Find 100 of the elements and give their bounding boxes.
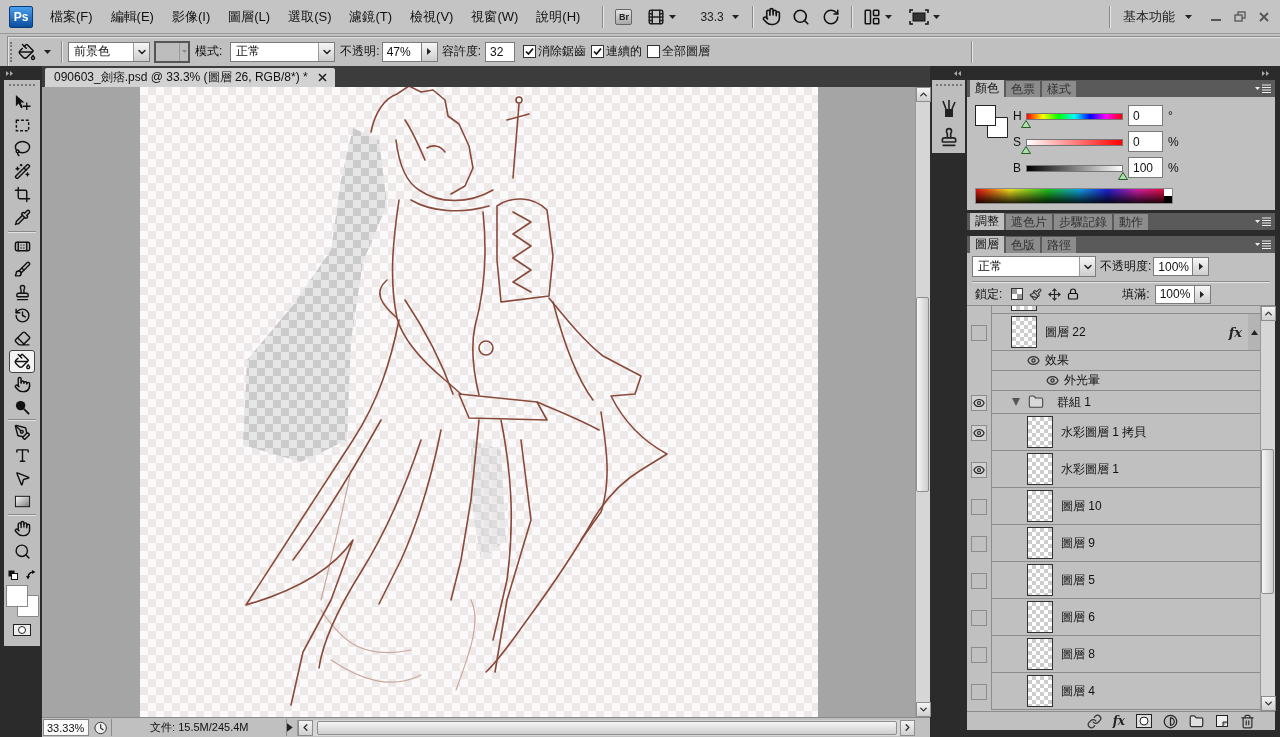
scroll-down-button[interactable] [916,702,931,717]
eye-icon[interactable] [1046,374,1059,387]
effects-label[interactable]: 效果 [1045,352,1069,369]
foreground-color-swatch[interactable] [975,105,996,126]
visibility-toggle[interactable] [971,683,987,700]
visibility-toggle[interactable] [971,535,987,552]
panel-tab[interactable]: 樣式 [1042,81,1076,97]
visibility-toggle[interactable] [971,394,987,411]
channel-value-field[interactable]: 0 [1128,131,1163,152]
menu-item[interactable]: 濾鏡(T) [346,5,396,28]
layer-row[interactable]: 圖層 10 [967,488,1260,525]
slider-thumb[interactable] [1021,120,1031,128]
default-colors-icon[interactable] [8,570,18,580]
panel-tab[interactable]: 顏色 [970,80,1004,97]
blend-mode-select[interactable]: 正常 [230,41,336,62]
brush-icon[interactable] [1029,287,1043,301]
workspace-dropdown[interactable]: 基本功能 [1123,5,1192,28]
quick-mask-icon[interactable] [13,624,31,636]
opacity-field[interactable]: 100% [1153,257,1194,276]
zoom-level-dropdown[interactable]: 33.3 [700,5,739,28]
visibility-toggle[interactable] [971,324,987,341]
layer-row[interactable]: 群組 1 [967,391,1260,414]
layer-name[interactable]: 水彩圖層 1 [1061,460,1119,478]
zoom-field[interactable]: 33.33% [43,719,89,736]
panel-tab[interactable]: 色票 [1006,81,1040,97]
checkbox[interactable] [591,45,605,58]
background-color-swatch[interactable] [16,595,39,617]
move-icon[interactable] [1048,287,1062,301]
layer-row[interactable]: 圖層 6 [967,599,1260,636]
checkbox[interactable] [647,45,661,58]
fill-source-select[interactable]: 前景色 [68,41,150,62]
visibility-toggle[interactable] [971,646,987,663]
layer-name[interactable]: 圖層 22 [1045,323,1086,341]
menu-item[interactable]: 視窗(W) [468,5,522,28]
scroll-up-button[interactable] [916,87,931,102]
blend-mode-select[interactable]: 正常 [972,256,1096,277]
tolerance-field[interactable]: 32 [485,41,516,62]
scrollbar-thumb[interactable] [916,297,929,492]
triangle-right-icon[interactable] [287,723,293,732]
eye-icon[interactable] [1027,354,1040,367]
layer-row[interactable]: 水彩圖層 1 [967,451,1260,488]
swap-colors-icon[interactable] [26,570,36,580]
disclosure-triangle-icon[interactable] [1012,398,1020,406]
checkerboard-icon[interactable] [1011,288,1024,300]
menu-item[interactable]: 影像(I) [168,5,214,28]
grip-handle[interactable] [9,84,35,88]
restore-icon[interactable] [1234,10,1246,23]
collapse-panel-icon[interactable] [954,70,961,76]
scroll-left-button[interactable] [298,719,313,736]
menu-item[interactable]: 圖層(L) [225,5,274,28]
layer-row[interactable]: 圖層 8 [967,636,1260,673]
layer-name[interactable]: 圖層 5 [1061,571,1095,589]
layer-style-button[interactable]: fx [1112,714,1125,728]
panel-tab[interactable]: 步驟記錄 [1054,214,1112,230]
rotate-icon[interactable] [821,7,840,26]
layer-name[interactable]: 圖層 6 [1061,608,1095,626]
document-tab[interactable]: 090603_劍痞.psd @ 33.3% (圖層 26, RGB/8*) * [45,68,335,87]
expand-toggle-icon[interactable] [1250,329,1258,335]
slider-thumb[interactable] [1021,146,1031,154]
menu-item[interactable]: 檢視(V) [407,5,457,28]
grip-handle[interactable] [935,84,962,88]
checkbox-label[interactable]: 連續的 [606,43,643,60]
visibility-toggle[interactable] [971,424,987,441]
scroll-down-button[interactable] [1261,696,1276,711]
scrollbar-thumb[interactable] [317,720,897,735]
layer-row[interactable]: 水彩圖層 1 拷貝 [967,414,1260,451]
bridge-button[interactable]: Br [615,8,633,25]
menu-item[interactable]: 檔案(F) [47,5,96,28]
effect-name[interactable]: 外光暈 [1064,372,1100,389]
opacity-field[interactable]: 47% [381,41,422,62]
channel-value-field[interactable]: 100 [1128,157,1163,178]
layer-row[interactable]: 圖層 4 [967,673,1260,710]
new-layer-icon[interactable] [1215,714,1229,728]
layer-name[interactable]: 群組 1 [1057,393,1091,411]
visibility-toggle[interactable] [971,461,987,478]
panel-tab[interactable]: 圖層 [970,236,1004,253]
menu-item[interactable]: 說明(H) [533,5,584,28]
hand-icon[interactable] [761,7,781,26]
visibility-toggle[interactable] [971,498,987,515]
layer-row[interactable]: 圖層 9 [967,525,1260,562]
link-icon[interactable] [1086,713,1102,729]
trash-icon[interactable] [1240,713,1255,729]
channel-value-field[interactable]: 0 [1128,105,1163,126]
panel-tab[interactable]: 遮色片 [1006,214,1052,230]
layer-name[interactable]: 圖層 9 [1061,534,1095,552]
scrollbar-thumb[interactable] [1261,449,1274,594]
expand-panel-icon[interactable] [1262,70,1269,76]
contrast-icon[interactable] [1163,713,1178,729]
panel-tab[interactable]: 動作 [1114,214,1148,230]
panel-tab[interactable]: 色版 [1006,237,1040,253]
expand-panel-icon[interactable] [6,70,13,76]
menu-item[interactable]: 選取(S) [285,5,335,28]
panel-tab[interactable]: 調整 [970,213,1004,230]
visibility-toggle[interactable] [971,609,987,626]
menu-item[interactable]: 編輯(E) [107,5,157,28]
mask-icon[interactable] [1136,714,1152,728]
scroll-up-button[interactable] [1261,306,1276,321]
lock-icon[interactable] [1067,288,1080,300]
fill-field[interactable]: 100% [1154,284,1195,304]
scroll-right-button[interactable] [900,719,915,736]
